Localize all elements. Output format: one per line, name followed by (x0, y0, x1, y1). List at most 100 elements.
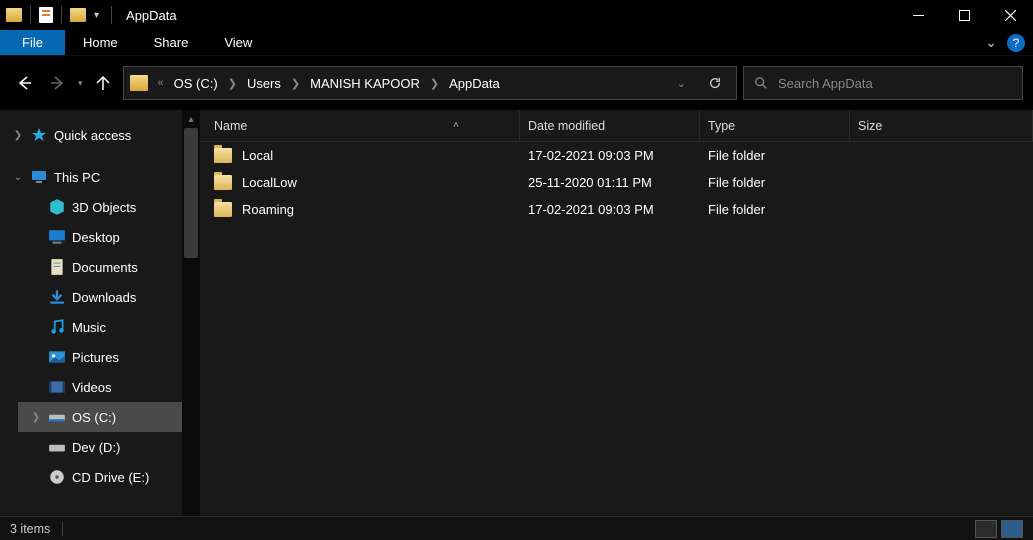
download-icon (48, 289, 66, 305)
file-name: LocalLow (242, 175, 297, 190)
tree-documents[interactable]: · Documents (18, 252, 200, 282)
videos-icon (48, 379, 66, 395)
tree-this-pc[interactable]: ⌄ This PC (0, 162, 200, 192)
tree-videos[interactable]: · Videos (18, 372, 200, 402)
refresh-button[interactable] (698, 76, 732, 90)
close-button[interactable] (987, 0, 1033, 30)
list-item[interactable]: LocalLow 25-11-2020 01:11 PM File folder (200, 169, 1033, 196)
chevron-right-icon[interactable]: ❯ (428, 77, 441, 90)
drive-icon (48, 409, 66, 425)
search-box[interactable] (743, 66, 1023, 100)
folder-icon (214, 175, 232, 190)
window-controls (895, 0, 1033, 30)
tree-label: OS (C:) (72, 410, 116, 425)
maximize-button[interactable] (941, 0, 987, 30)
up-button[interactable] (89, 68, 117, 98)
pc-icon (30, 169, 48, 185)
tree-desktop[interactable]: · Desktop (18, 222, 200, 252)
document-icon (48, 259, 66, 275)
tree-quick-access[interactable]: ❯ Quick access (0, 120, 200, 150)
breadcrumb-segment[interactable]: Users (241, 67, 287, 99)
breadcrumb-segment[interactable]: OS (C:) (168, 67, 224, 99)
file-name: Local (242, 148, 273, 163)
status-item-count: 3 items (10, 522, 50, 536)
forward-button[interactable] (44, 68, 72, 98)
list-item[interactable]: Local 17-02-2021 09:03 PM File folder (200, 142, 1033, 169)
title-bar: ▾ AppData (0, 0, 1033, 30)
column-headers: Name ˄ Date modified Type Size (200, 110, 1033, 142)
column-header-date[interactable]: Date modified (520, 110, 700, 141)
folder-icon (130, 75, 148, 91)
file-date: 17-02-2021 09:03 PM (520, 202, 700, 217)
chevron-right-icon[interactable]: ❯ (226, 77, 239, 90)
address-bar[interactable]: « OS (C:) ❯ Users ❯ MANISH KAPOOR ❯ AppD… (123, 66, 737, 100)
folder-icon (214, 202, 232, 217)
scroll-up-icon[interactable]: ▴ (182, 110, 200, 128)
tree-3d-objects[interactable]: · 3D Objects (18, 192, 200, 222)
file-date: 17-02-2021 09:03 PM (520, 148, 700, 163)
breadcrumb-segment[interactable]: AppData (443, 67, 506, 99)
chevron-down-icon[interactable]: ⌄ (12, 172, 24, 183)
chevron-right-icon[interactable]: ❯ (30, 412, 42, 423)
ribbon: File Home Share View ⌄ ? (0, 30, 1033, 56)
column-label: Size (858, 119, 882, 133)
tree-pictures[interactable]: · Pictures (18, 342, 200, 372)
ribbon-collapse-icon[interactable]: ⌄ (985, 34, 997, 51)
tree-label: Pictures (72, 350, 119, 365)
column-header-size[interactable]: Size (850, 110, 1033, 141)
separator (111, 6, 112, 24)
column-header-type[interactable]: Type (700, 110, 850, 141)
file-type: File folder (700, 202, 850, 217)
drive-icon (48, 439, 66, 455)
tab-file[interactable]: File (0, 30, 65, 55)
tree-label: Music (72, 320, 106, 335)
breadcrumb-segment[interactable]: MANISH KAPOOR (304, 67, 426, 99)
tab-home[interactable]: Home (65, 30, 136, 55)
column-header-name[interactable]: Name ˄ (200, 110, 520, 141)
tree-label: Desktop (72, 230, 120, 245)
tree-label: Quick access (54, 128, 131, 143)
separator (30, 6, 31, 24)
tree-os-c[interactable]: ❯ OS (C:) (18, 402, 200, 432)
list-item[interactable]: Roaming 17-02-2021 09:03 PM File folder (200, 196, 1033, 223)
back-button[interactable] (10, 68, 38, 98)
file-name: Roaming (242, 202, 294, 217)
history-dropdown-icon[interactable]: ▾ (78, 78, 83, 89)
new-folder-icon[interactable] (70, 8, 86, 22)
desktop-icon (48, 229, 66, 245)
cube-icon (48, 199, 66, 215)
tree-music[interactable]: · Music (18, 312, 200, 342)
star-icon (30, 127, 48, 143)
search-input[interactable] (778, 76, 1012, 91)
file-date: 25-11-2020 01:11 PM (520, 175, 700, 190)
minimize-button[interactable] (895, 0, 941, 30)
help-icon[interactable]: ? (1007, 34, 1025, 52)
file-list: Name ˄ Date modified Type Size Local 17-… (200, 110, 1033, 516)
sidebar-scrollbar-thumb[interactable] (184, 128, 198, 258)
chevron-right-icon[interactable]: ❯ (12, 130, 24, 141)
tree-label: Dev (D:) (72, 440, 120, 455)
tab-view[interactable]: View (206, 30, 270, 55)
tree-label: 3D Objects (72, 200, 136, 215)
address-dropdown-icon[interactable]: ⌄ (667, 77, 696, 90)
status-bar: 3 items (0, 516, 1033, 540)
tab-share[interactable]: Share (136, 30, 207, 55)
music-icon (48, 319, 66, 335)
tree-downloads[interactable]: · Downloads (18, 282, 200, 312)
qat-dropdown-icon[interactable]: ▾ (90, 10, 103, 21)
tree-cd-drive-e[interactable]: · CD Drive (E:) (18, 462, 200, 492)
details-view-button[interactable] (975, 520, 997, 538)
quick-access-toolbar: ▾ (6, 6, 116, 24)
file-type: File folder (700, 148, 850, 163)
breadcrumb-overflow-icon[interactable]: « (156, 77, 166, 89)
folder-icon (214, 148, 232, 163)
explorer-body: ❯ Quick access ⌄ This PC · 3D Objects · (0, 110, 1033, 516)
properties-icon[interactable] (39, 7, 53, 23)
icons-view-button[interactable] (1001, 520, 1023, 538)
file-type: File folder (700, 175, 850, 190)
column-label: Date modified (528, 119, 605, 133)
separator (62, 522, 63, 536)
tree-label: Downloads (72, 290, 136, 305)
chevron-right-icon[interactable]: ❯ (289, 77, 302, 90)
tree-dev-d[interactable]: · Dev (D:) (18, 432, 200, 462)
